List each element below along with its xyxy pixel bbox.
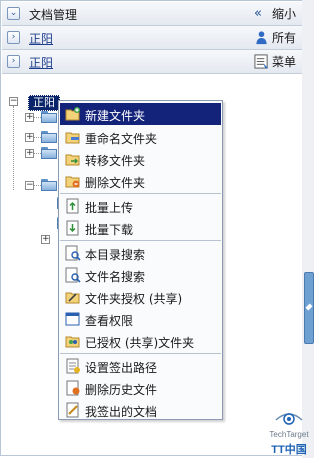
menu-item-filename-search[interactable]: 文件名搜索: [60, 264, 221, 286]
menu-item-folder-share[interactable]: 文件夹授权 (共享): [60, 286, 221, 308]
menu-item-rename-folder[interactable]: 重命名文件夹: [60, 126, 221, 148]
batch-download-icon: [66, 220, 79, 236]
menu-item-label: 批量下载: [85, 223, 134, 237]
watermark-line1: TechTarget: [269, 430, 309, 439]
folder-share-icon: [65, 292, 80, 304]
section-link-all[interactable]: 正阳: [29, 30, 53, 47]
delete-folder-icon: [65, 176, 80, 188]
all-label: 所有: [271, 31, 296, 45]
tree-root-label[interactable]: 正阳: [28, 95, 60, 111]
menu-item-label: 删除文件夹: [85, 176, 146, 190]
menu-item-label: 查看权限: [85, 314, 134, 328]
menu-item-label: 已授权 (共享)文件夹: [85, 336, 195, 350]
menu-item-delete-history[interactable]: 删除历史文件: [60, 377, 221, 399]
menu-item-view-permission[interactable]: 查看权限: [60, 308, 221, 330]
my-checkout-icon: [66, 402, 79, 418]
section-bar-menu: › 正阳 菜单: [2, 50, 302, 74]
section-bar-all: › 正阳 所有: [2, 26, 302, 50]
collapse-toggle[interactable]: −: [25, 181, 34, 190]
grip-icon: [305, 303, 313, 311]
header-bar: ⌄ 文档管理 « 缩小: [2, 2, 302, 26]
expand-toggle[interactable]: +: [25, 149, 34, 158]
menu-item-label: 我签出的文档: [85, 405, 158, 419]
menu-item-label: 新建文件夹: [85, 109, 146, 123]
collapse-root-toggle[interactable]: −: [9, 97, 18, 106]
filename-search-icon: [65, 267, 81, 283]
menu-item-label: 批量上传: [85, 201, 134, 215]
delete-history-icon: [66, 380, 80, 396]
folder-icon[interactable]: [41, 179, 57, 191]
menu-item-label: 转移文件夹: [85, 154, 146, 168]
header-title: 文档管理: [29, 8, 78, 22]
expand-toggle[interactable]: +: [41, 235, 50, 244]
expand-toggle-all[interactable]: ›: [7, 31, 20, 44]
menu-item-move-folder[interactable]: 转移文件夹: [60, 148, 221, 170]
watermark-line2: TT中国: [271, 444, 307, 456]
section-link-menu[interactable]: 正阳: [29, 54, 53, 71]
rename-folder-icon: [65, 132, 80, 144]
folder-icon[interactable]: [41, 131, 57, 143]
new-folder-icon: [65, 107, 80, 121]
dir-search-icon: [65, 245, 81, 261]
all-button[interactable]: 所有: [254, 29, 296, 46]
eye-logo-icon: [275, 413, 303, 425]
watermark-logo: TechTarget TT中国: [266, 406, 312, 456]
menu-item-batch-upload[interactable]: 批量上传: [60, 195, 221, 217]
context-menu: 新建文件夹 重命名文件夹 转移文件夹 删除文件夹 批量上传 批量下载 本目录搜索…: [58, 100, 223, 420]
menu-item-label: 本目录搜索: [85, 248, 146, 262]
menu-item-label: 设置签出路径: [85, 361, 158, 375]
menu-item-label: 文件夹授权 (共享): [85, 292, 183, 306]
batch-upload-icon: [66, 198, 79, 214]
document-panel: ⌄ 文档管理 « 缩小 › 正阳 所有 › 正阳 菜单 − 正阳 + + + −…: [0, 0, 304, 456]
menu-item-batch-download[interactable]: 批量下载: [60, 217, 221, 239]
tree-line: [34, 153, 41, 154]
expand-toggle[interactable]: +: [25, 133, 34, 142]
minimize-label: 缩小: [271, 7, 296, 21]
menu-item-label: 文件名搜索: [85, 270, 146, 284]
user-icon: [256, 31, 267, 45]
menu-separator: [60, 193, 221, 194]
menu-item-dir-search[interactable]: 本目录搜索: [60, 242, 221, 264]
menu-separator: [60, 240, 221, 241]
tree-line: [34, 117, 41, 118]
menu-item-new-folder[interactable]: 新建文件夹: [60, 103, 221, 125]
menu-separator: [60, 353, 221, 354]
vertical-scrollbar[interactable]: [302, 0, 314, 458]
scrollbar-thumb[interactable]: [304, 272, 314, 344]
folder-icon[interactable]: [41, 111, 57, 123]
view-permission-icon: [65, 312, 80, 326]
tree-line: [34, 137, 41, 138]
menu-item-delete-folder[interactable]: 删除文件夹: [60, 170, 221, 192]
expand-toggle-menu[interactable]: ›: [7, 55, 20, 68]
menu-item-my-checkout[interactable]: 我签出的文档: [60, 399, 221, 421]
double-chevron-left-icon: «: [253, 6, 262, 21]
menu-item-shared-folder[interactable]: 已授权 (共享)文件夹: [60, 330, 221, 352]
menu-item-checkout-path[interactable]: 设置签出路径: [60, 355, 221, 377]
menu-item-label: 删除历史文件: [85, 383, 158, 397]
minimize-button[interactable]: « 缩小: [254, 5, 296, 22]
menu-button[interactable]: 菜单: [254, 53, 296, 70]
expand-toggle[interactable]: +: [25, 113, 34, 122]
menu-label: 菜单: [271, 55, 296, 69]
menu-item-label: 重命名文件夹: [85, 132, 158, 146]
move-folder-icon: [65, 154, 80, 166]
collapse-toggle[interactable]: ⌄: [7, 7, 20, 20]
tree-line: [13, 106, 14, 190]
folder-icon[interactable]: [41, 147, 57, 159]
menu-list-icon: [254, 54, 269, 69]
tree-line: [34, 185, 41, 186]
checkout-path-icon: [66, 358, 80, 374]
shared-folder-icon: [65, 336, 80, 348]
